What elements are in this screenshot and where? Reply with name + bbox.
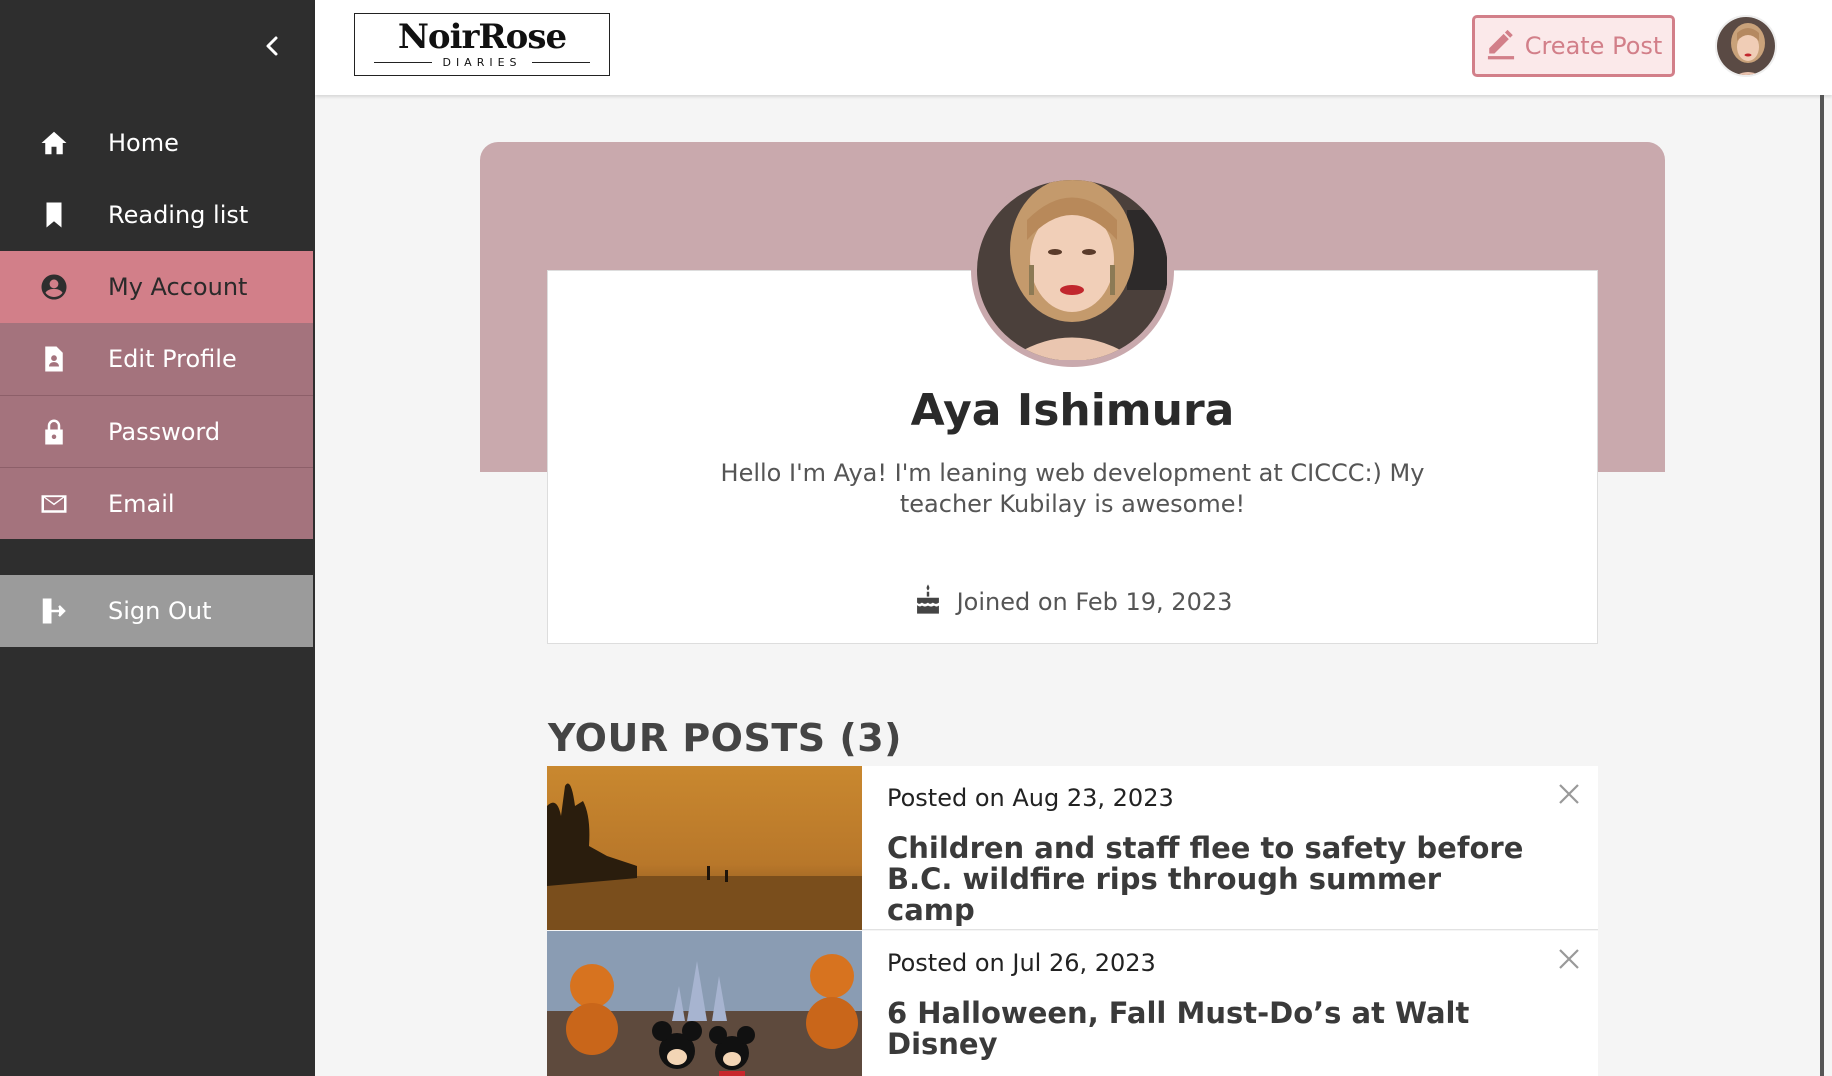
sign-out-icon xyxy=(0,596,108,626)
mail-icon xyxy=(0,489,108,519)
sidebar-item-reading-list[interactable]: Reading list xyxy=(0,179,313,251)
sidebar-item-my-account[interactable]: My Account xyxy=(0,251,313,323)
top-header: NoirRose DIARIES Create Post xyxy=(315,0,1832,95)
post-date: Posted on Aug 23, 2023 xyxy=(887,784,1174,812)
bookmark-icon xyxy=(0,200,108,230)
create-post-label: Create Post xyxy=(1524,32,1663,60)
post-title[interactable]: 6 Halloween, Fall Must-Do’s at Walt Disn… xyxy=(887,998,1527,1060)
close-icon[interactable] xyxy=(1557,782,1581,806)
joined-label: Joined on Feb 19, 2023 xyxy=(956,588,1233,616)
close-icon[interactable] xyxy=(1557,947,1581,971)
post-title[interactable]: Children and staff flee to safety before… xyxy=(887,833,1527,926)
sidebar-item-label: Home xyxy=(108,129,179,157)
sidebar-item-sign-out[interactable]: Sign Out xyxy=(0,575,313,647)
logo-divider xyxy=(531,61,590,64)
sidebar-item-label: Email xyxy=(108,489,175,518)
sidebar-item-password[interactable]: Password xyxy=(0,395,313,467)
sidebar-item-edit-profile[interactable]: Edit Profile xyxy=(0,323,313,395)
post-date: Posted on Jul 26, 2023 xyxy=(887,949,1156,977)
profile-avatar xyxy=(971,174,1174,367)
list-item[interactable]: Posted on Jul 26, 2023 6 Halloween, Fall… xyxy=(547,931,1598,1076)
joined-date: Joined on Feb 19, 2023 xyxy=(547,582,1598,622)
sidebar-item-label: Edit Profile xyxy=(108,345,237,373)
sidebar-item-label: Reading list xyxy=(108,201,249,229)
sidebar: Home Reading list My Account Edit Profil… xyxy=(0,0,315,1076)
user-avatar[interactable] xyxy=(1715,15,1777,77)
home-icon xyxy=(0,128,108,158)
lock-icon xyxy=(0,417,108,447)
scrollbar[interactable] xyxy=(1820,95,1824,1076)
logo-title: NoirRose xyxy=(397,17,567,57)
profile-document-icon xyxy=(0,344,108,374)
sidebar-item-email[interactable]: Email xyxy=(0,467,313,539)
cake-icon xyxy=(913,582,943,622)
pencil-icon xyxy=(1485,26,1517,66)
sidebar-item-home[interactable]: Home xyxy=(0,107,313,179)
profile-name: Aya Ishimura xyxy=(910,385,1235,436)
chevron-left-icon[interactable] xyxy=(258,30,286,62)
site-logo[interactable]: NoirRose DIARIES xyxy=(354,13,610,76)
sidebar-item-label: Password xyxy=(108,417,221,446)
list-item[interactable]: Posted on Aug 23, 2023 Children and staf… xyxy=(547,766,1598,930)
profile-bio: Hello I'm Aya! I'm leaning web developme… xyxy=(720,459,1425,518)
sidebar-item-label: My Account xyxy=(108,273,248,301)
account-circle-icon xyxy=(0,272,108,302)
posts-heading: YOUR POSTS (3) xyxy=(548,716,903,760)
post-thumbnail[interactable] xyxy=(547,931,862,1076)
logo-subtitle-row: DIARIES xyxy=(374,56,590,69)
create-post-button[interactable]: Create Post xyxy=(1472,15,1675,77)
post-thumbnail[interactable] xyxy=(547,766,862,930)
sidebar-item-label: Sign Out xyxy=(108,597,212,625)
logo-subtitle: DIARIES xyxy=(442,56,522,69)
sidebar-top xyxy=(0,0,315,95)
logo-divider xyxy=(374,61,433,64)
